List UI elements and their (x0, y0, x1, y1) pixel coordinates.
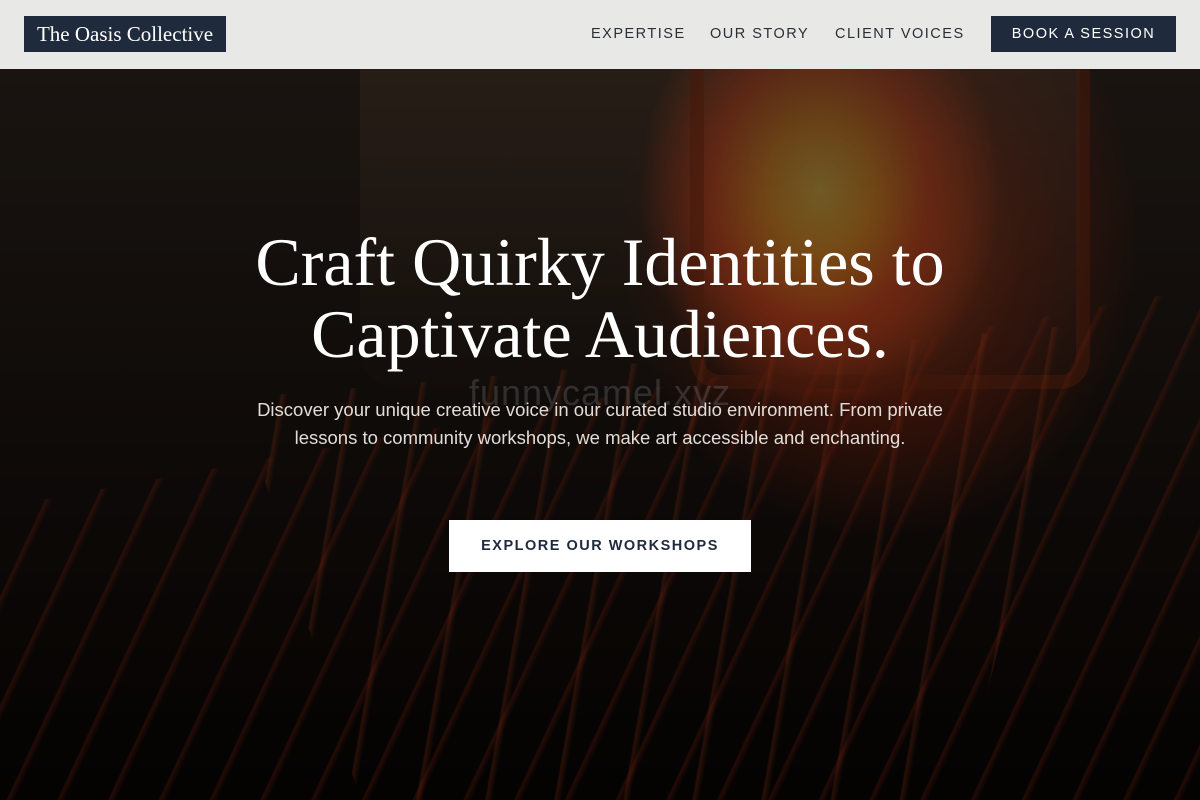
hero-subtext: Discover your unique creative voice in o… (257, 399, 943, 448)
nav-link-client-voices[interactable]: CLIENT VOICES (835, 24, 965, 44)
nav-link-our-story[interactable]: OUR STORY (710, 24, 809, 44)
page: The Oasis Collective EXPERTISE OUR STORY… (0, 0, 1200, 800)
nav-link-expertise[interactable]: EXPERTISE (591, 24, 686, 44)
hero-headline: Craft Quirky Identities to Captivate Aud… (255, 224, 945, 372)
site-header: The Oasis Collective EXPERTISE OUR STORY… (0, 0, 1200, 69)
book-session-button[interactable]: BOOK A SESSION (991, 16, 1176, 52)
explore-workshops-button[interactable]: EXPLORE OUR WORKSHOPS (449, 520, 751, 572)
hero-content: funnycamel.xyz Craft Quirky Identities t… (0, 0, 1200, 800)
